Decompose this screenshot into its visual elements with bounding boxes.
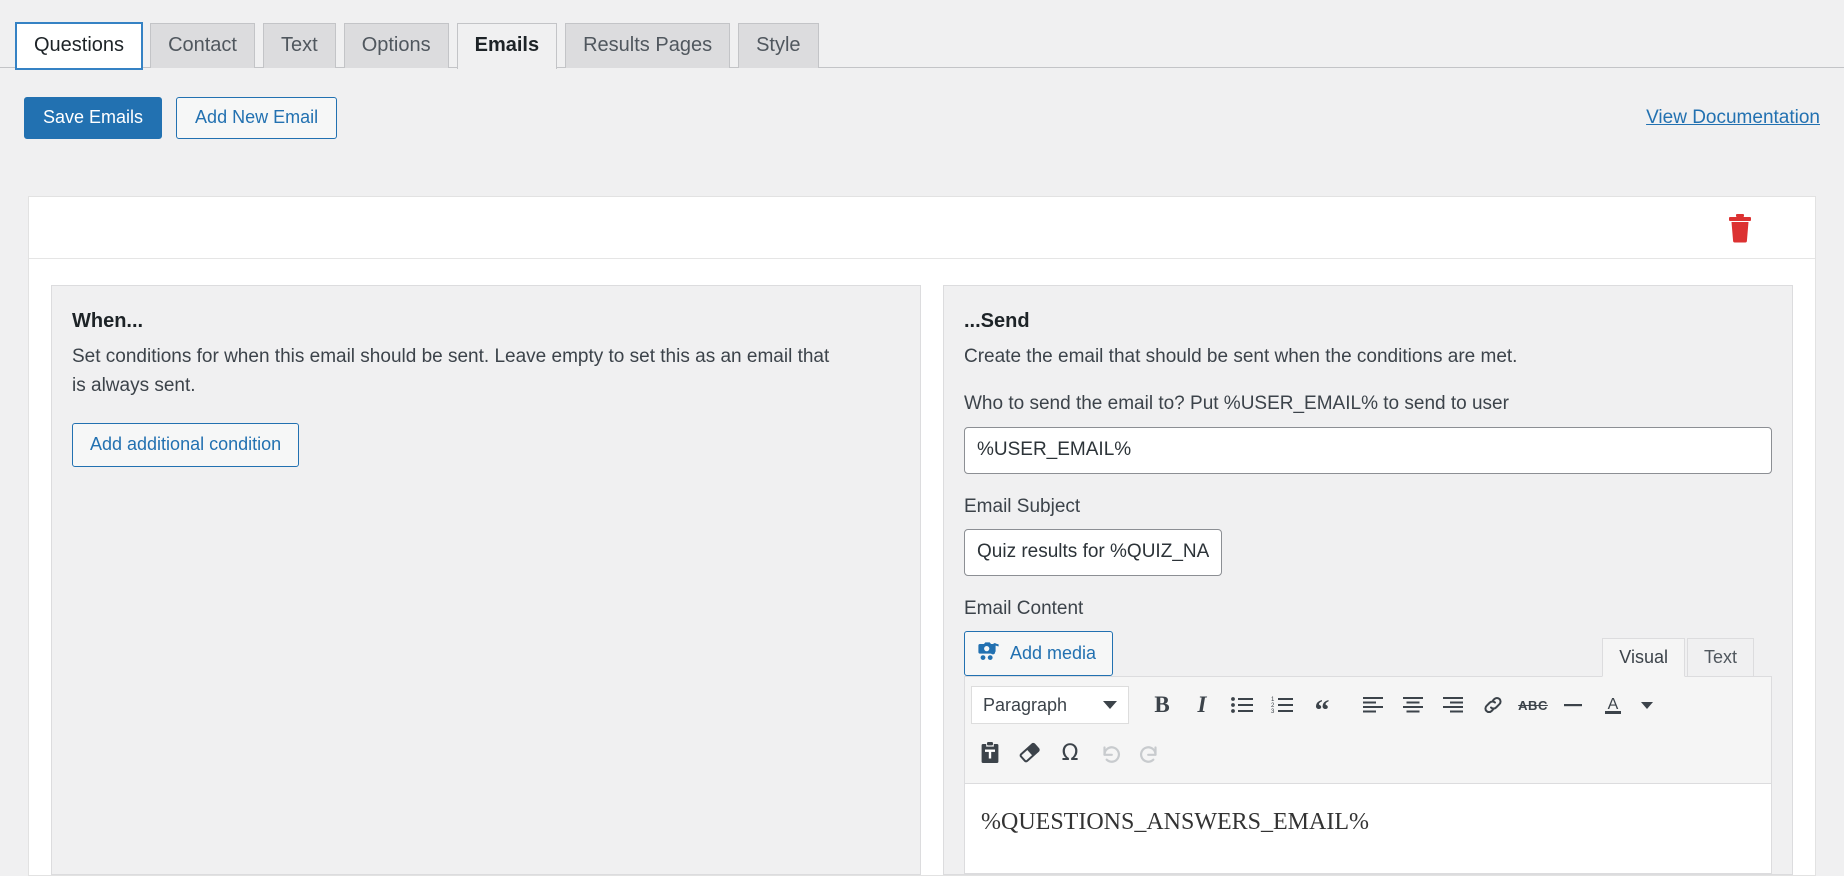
tab-label: Questions (34, 34, 124, 56)
editor-content-text: %QUESTIONS_ANSWERS_EMAIL% (981, 809, 1369, 835)
format-select-value: Paragraph (983, 695, 1067, 716)
tab-options[interactable]: Options (344, 23, 449, 68)
bold-icon[interactable]: B (1143, 686, 1181, 724)
editor-content-area[interactable]: %QUESTIONS_ANSWERS_EMAIL% (965, 783, 1771, 873)
paste-as-text-icon[interactable] (971, 734, 1009, 772)
email-content-label: Email Content (964, 596, 1772, 623)
editor-box: Paragraph B I (964, 676, 1772, 874)
save-emails-button[interactable]: Save Emails (24, 97, 162, 139)
redo-icon[interactable] (1131, 734, 1169, 772)
toolbar-separator (1347, 692, 1348, 718)
text-color-icon[interactable]: A (1594, 686, 1632, 724)
align-center-icon[interactable] (1394, 686, 1432, 724)
tab-label: Contact (168, 34, 237, 56)
tab-style[interactable]: Style (738, 23, 818, 68)
media-camera-note-icon (978, 641, 1000, 664)
editor-view-tabs: Visual Text (1602, 638, 1754, 677)
horizontal-rule-icon[interactable] (1554, 686, 1592, 724)
view-documentation-link[interactable]: View Documentation (1646, 107, 1820, 129)
undo-icon[interactable] (1091, 734, 1129, 772)
tab-label: Style (756, 34, 800, 56)
when-panel-description: Set conditions for when this email shoul… (72, 342, 832, 401)
text-color-dropdown-icon[interactable] (1634, 686, 1660, 724)
tab-label: Emails (475, 34, 539, 56)
tab-label: Text (281, 34, 318, 56)
svg-text:A: A (1608, 696, 1619, 713)
editor-topbar: Add media Visual Text (964, 631, 1772, 676)
settings-tab-bar: Questions Contact Text Options Emails Re… (0, 0, 1844, 68)
send-email-panel: ...Send Create the email that should be … (943, 285, 1793, 875)
strikethrough-icon[interactable]: ABC (1514, 686, 1552, 724)
bulleted-list-icon[interactable] (1223, 686, 1261, 724)
email-content-editor: Add media Visual Text Paragraph (964, 631, 1772, 874)
email-card: When... Set conditions for when this ema… (28, 196, 1816, 876)
bold-glyph: B (1154, 692, 1169, 718)
tab-text[interactable]: Text (263, 23, 336, 68)
trash-icon (1727, 231, 1753, 246)
blockquote-icon[interactable]: “ (1303, 686, 1341, 724)
action-buttons-group: Save Emails Add New Email (24, 97, 337, 139)
tab-results-pages[interactable]: Results Pages (565, 23, 730, 68)
add-new-email-button[interactable]: Add New Email (176, 97, 337, 139)
send-panel-title: ...Send (964, 308, 1772, 334)
editor-tab-text[interactable]: Text (1687, 638, 1754, 677)
add-additional-condition-button[interactable]: Add additional condition (72, 423, 299, 467)
action-toolbar: Save Emails Add New Email View Documenta… (0, 68, 1844, 146)
email-subject-label: Email Subject (964, 494, 1772, 521)
align-right-icon[interactable] (1434, 686, 1472, 724)
italic-icon[interactable]: I (1183, 686, 1221, 724)
editor-toolbar-row-1: Paragraph B I (965, 677, 1771, 729)
special-character-omega-icon[interactable]: Ω (1051, 734, 1089, 772)
format-select[interactable]: Paragraph (971, 686, 1129, 724)
add-media-label: Add media (1010, 644, 1096, 662)
add-media-button[interactable]: Add media (964, 631, 1113, 676)
clear-formatting-eraser-icon[interactable] (1011, 734, 1049, 772)
tab-questions[interactable]: Questions (16, 23, 142, 69)
editor-toolbar-row-2: Ω (965, 729, 1771, 783)
tab-emails[interactable]: Emails (457, 23, 557, 69)
tab-label: Options (362, 34, 431, 56)
insert-link-icon[interactable] (1474, 686, 1512, 724)
editor-tab-visual[interactable]: Visual (1602, 638, 1685, 677)
when-panel-title: When... (72, 308, 900, 334)
send-panel-description: Create the email that should be sent whe… (964, 342, 1724, 371)
numbered-list-icon[interactable]: 1 2 3 (1263, 686, 1301, 724)
chevron-down-icon (1103, 701, 1117, 709)
email-subject-input[interactable] (964, 529, 1222, 576)
strikethrough-glyph: ABC (1518, 698, 1548, 713)
recipient-email-input[interactable] (964, 427, 1772, 474)
tab-contact[interactable]: Contact (150, 23, 255, 68)
email-card-header (29, 197, 1815, 259)
tab-label: Results Pages (583, 34, 712, 56)
align-left-icon[interactable] (1354, 686, 1392, 724)
delete-email-button[interactable] (1727, 213, 1753, 243)
email-card-body: When... Set conditions for when this ema… (29, 259, 1815, 875)
omega-glyph: Ω (1062, 741, 1079, 766)
svg-text:3: 3 (1271, 709, 1275, 714)
when-conditions-panel: When... Set conditions for when this ema… (51, 285, 921, 875)
chevron-down-icon (1641, 702, 1653, 709)
recipient-field-label: Who to send the email to? Put %USER_EMAI… (964, 391, 1772, 418)
italic-glyph: I (1198, 692, 1207, 718)
